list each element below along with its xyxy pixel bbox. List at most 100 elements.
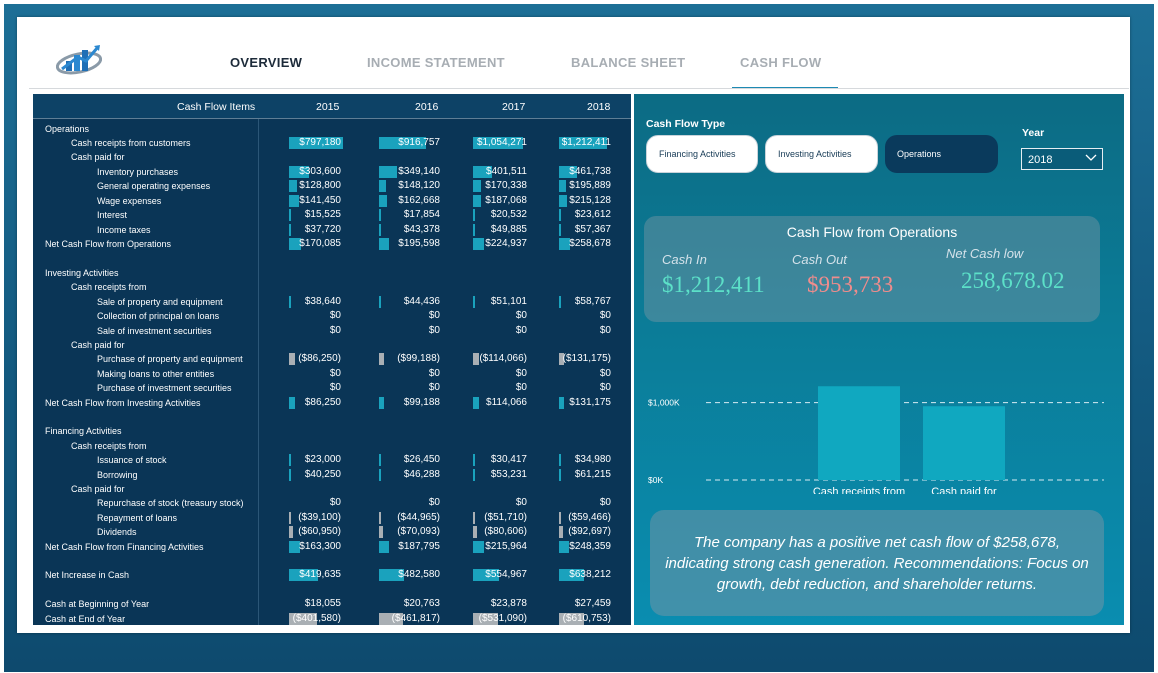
cell-value[interactable]: $215,964 xyxy=(447,541,527,552)
cell-value[interactable]: $18,055 xyxy=(261,598,341,609)
cell-value[interactable]: $15,525 xyxy=(261,209,341,220)
cell-value[interactable]: $0 xyxy=(261,325,341,336)
cell-value[interactable]: $258,678 xyxy=(531,238,611,249)
cell-value[interactable]: $30,417 xyxy=(447,454,527,465)
cell-value[interactable]: $49,885 xyxy=(447,224,527,235)
cell-value[interactable]: $23,612 xyxy=(531,209,611,220)
cell-value[interactable]: ($51,710) xyxy=(447,512,527,523)
cell-value[interactable]: ($610,753) xyxy=(531,613,611,624)
cell-value[interactable]: $46,288 xyxy=(360,469,440,480)
cell-value[interactable]: $128,800 xyxy=(261,180,341,191)
row-label[interactable]: Wage expenses xyxy=(97,196,161,206)
cell-value[interactable]: ($39,100) xyxy=(261,512,341,523)
cell-value[interactable]: $349,140 xyxy=(360,166,440,177)
row-label[interactable]: Net Increase in Cash xyxy=(45,570,129,580)
cell-value[interactable]: $248,359 xyxy=(531,541,611,552)
cell-value[interactable]: $0 xyxy=(531,310,611,321)
cell-value[interactable]: $0 xyxy=(531,497,611,508)
cell-value[interactable]: $1,212,411 xyxy=(531,137,611,148)
cell-value[interactable]: $224,937 xyxy=(447,238,527,249)
cell-value[interactable]: $401,511 xyxy=(447,166,527,177)
cell-value[interactable]: $0 xyxy=(447,497,527,508)
cell-value[interactable]: $141,450 xyxy=(261,195,341,206)
cell-value[interactable]: $303,600 xyxy=(261,166,341,177)
row-label[interactable]: Repayment of loans xyxy=(97,513,177,523)
cell-value[interactable]: $86,250 xyxy=(261,397,341,408)
cell-value[interactable]: $0 xyxy=(261,382,341,393)
cell-value[interactable]: $0 xyxy=(447,382,527,393)
cell-value[interactable]: ($60,950) xyxy=(261,526,341,537)
cell-value[interactable]: $170,338 xyxy=(447,180,527,191)
cell-value[interactable]: $187,068 xyxy=(447,195,527,206)
row-label[interactable]: Purchase of property and equipment xyxy=(97,354,243,364)
row-label[interactable]: Operations xyxy=(45,124,89,134)
cell-value[interactable]: $0 xyxy=(360,368,440,379)
cell-value[interactable]: $554,967 xyxy=(447,569,527,580)
cell-value[interactable]: $0 xyxy=(447,325,527,336)
cell-value[interactable]: ($131,175) xyxy=(531,353,611,364)
cell-value[interactable]: $53,231 xyxy=(447,469,527,480)
cell-value[interactable]: ($70,093) xyxy=(360,526,440,537)
cell-value[interactable]: $0 xyxy=(531,368,611,379)
cell-value[interactable]: $0 xyxy=(360,382,440,393)
row-label[interactable]: Sale of investment securities xyxy=(97,326,212,336)
filter-investing-activities[interactable]: Investing Activities xyxy=(765,135,878,173)
row-label[interactable]: Borrowing xyxy=(97,470,138,480)
filter-operations[interactable]: Operations xyxy=(885,135,998,173)
cell-value[interactable]: $0 xyxy=(531,382,611,393)
cell-value[interactable]: $26,450 xyxy=(360,454,440,465)
cell-value[interactable]: ($44,965) xyxy=(360,512,440,523)
row-label[interactable]: Net Cash Flow from Operations xyxy=(45,239,171,249)
row-label[interactable]: Cash at End of Year xyxy=(45,614,125,624)
cell-value[interactable]: $0 xyxy=(360,310,440,321)
row-label[interactable]: Cash receipts from xyxy=(71,282,147,292)
cell-value[interactable]: ($401,580) xyxy=(261,613,341,624)
cell-value[interactable]: $37,720 xyxy=(261,224,341,235)
tab-cash-flow[interactable]: CASH FLOW xyxy=(740,55,821,70)
cell-value[interactable]: $482,580 xyxy=(360,569,440,580)
year-dropdown[interactable]: 2018 xyxy=(1021,148,1103,170)
cell-value[interactable]: $0 xyxy=(261,497,341,508)
row-label[interactable]: Net Cash Flow from Investing Activities xyxy=(45,398,201,408)
cell-value[interactable]: $187,795 xyxy=(360,541,440,552)
row-label[interactable]: Interest xyxy=(97,210,127,220)
cell-value[interactable]: $638,212 xyxy=(531,569,611,580)
cell-value[interactable]: $148,120 xyxy=(360,180,440,191)
cell-value[interactable]: $0 xyxy=(261,368,341,379)
cell-value[interactable]: $0 xyxy=(360,325,440,336)
cell-value[interactable]: $61,215 xyxy=(531,469,611,480)
cell-value[interactable]: ($531,090) xyxy=(447,613,527,624)
cell-value[interactable]: $797,180 xyxy=(261,137,341,148)
cell-value[interactable]: $44,436 xyxy=(360,296,440,307)
chart-bar[interactable] xyxy=(818,386,900,480)
cell-value[interactable]: ($99,188) xyxy=(360,353,440,364)
cell-value[interactable]: $23,000 xyxy=(261,454,341,465)
cell-value[interactable]: $58,767 xyxy=(531,296,611,307)
cell-value[interactable]: $38,640 xyxy=(261,296,341,307)
cell-value[interactable]: $57,367 xyxy=(531,224,611,235)
row-label[interactable]: Sale of property and equipment xyxy=(97,297,223,307)
row-label[interactable]: Cash paid for xyxy=(71,340,125,350)
cell-value[interactable]: ($80,606) xyxy=(447,526,527,537)
row-label[interactable]: Net Cash Flow from Financing Activities xyxy=(45,542,204,552)
cell-value[interactable]: $0 xyxy=(447,368,527,379)
row-label[interactable]: Cash receipts from xyxy=(71,441,147,451)
cell-value[interactable]: $215,128 xyxy=(531,195,611,206)
chart-bar[interactable] xyxy=(923,406,1005,480)
row-label[interactable]: Issuance of stock xyxy=(97,455,167,465)
row-label[interactable]: Financing Activities xyxy=(45,426,122,436)
cell-value[interactable]: $114,066 xyxy=(447,397,527,408)
cell-value[interactable]: $20,532 xyxy=(447,209,527,220)
tab-balance-sheet[interactable]: BALANCE SHEET xyxy=(571,55,685,70)
cell-value[interactable]: $195,598 xyxy=(360,238,440,249)
row-label[interactable]: Income taxes xyxy=(97,225,151,235)
cell-value[interactable]: $23,878 xyxy=(447,598,527,609)
row-label[interactable]: Inventory purchases xyxy=(97,167,178,177)
cell-value[interactable]: ($114,066) xyxy=(447,353,527,364)
row-label[interactable]: Repurchase of stock (treasury stock) xyxy=(97,498,244,508)
tab-overview[interactable]: OVERVIEW xyxy=(230,55,302,70)
cell-value[interactable]: $461,738 xyxy=(531,166,611,177)
row-label[interactable]: Dividends xyxy=(97,527,137,537)
row-label[interactable]: General operating expenses xyxy=(97,181,210,191)
cell-value[interactable]: $0 xyxy=(261,310,341,321)
